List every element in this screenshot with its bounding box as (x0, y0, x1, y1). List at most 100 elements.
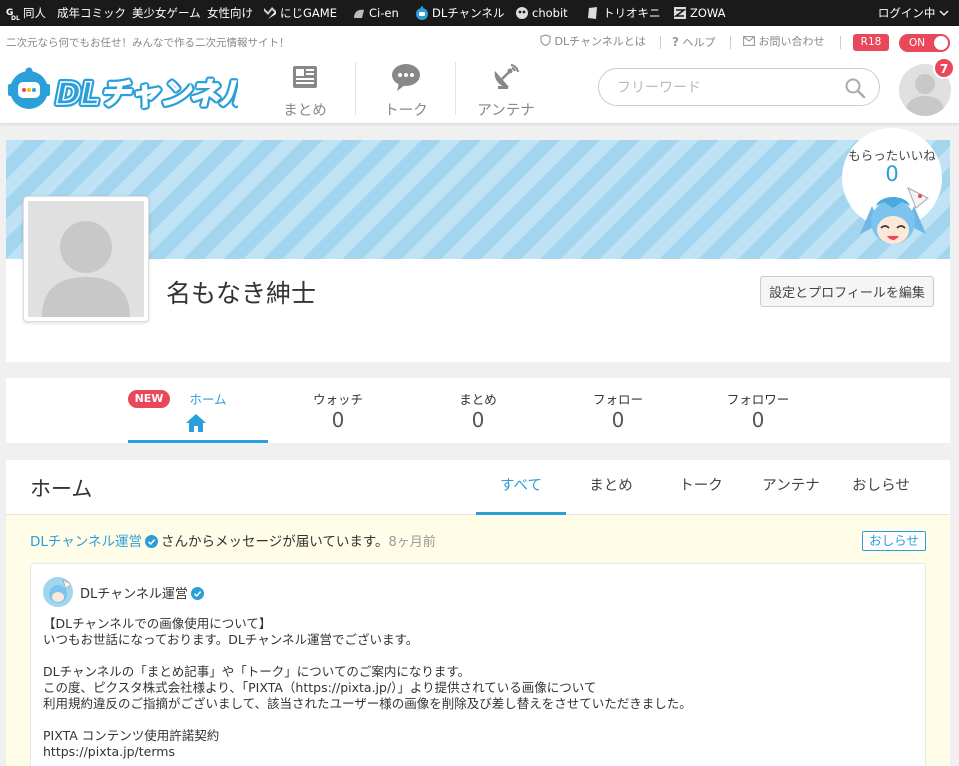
topbar-item-chobit[interactable]: chobit (515, 0, 568, 26)
dlsite-logo-icon: GDL (6, 8, 20, 20)
site-header: 二次元なら何でもお任せ！みんなで作る二次元情報サイト！ DLチャンネルとは ? … (0, 26, 959, 123)
verified-badge-icon (190, 587, 204, 600)
topbar-item-doujin[interactable]: G DL 同人 (6, 0, 46, 26)
stat-label: まとめ (459, 392, 497, 407)
message-link[interactable]: https://pixta.jp/terms (43, 744, 913, 760)
home-icon (186, 414, 206, 432)
stat-label: ウォッチ (312, 392, 363, 407)
search-input[interactable] (617, 78, 837, 98)
nijigame-icon (264, 7, 276, 19)
notice-sender-link[interactable]: DLチャンネル運営 (30, 534, 142, 550)
site-tagline: 二次元なら何でもお任せ！みんなで作る二次元情報サイト！ (6, 37, 290, 49)
nav-talk[interactable]: トーク (356, 61, 456, 119)
satellite-dish-icon (494, 64, 519, 89)
search-box (598, 68, 880, 106)
zowa-icon (673, 7, 687, 19)
likes-counter: もらったいいね 0 (842, 128, 942, 266)
stat-value: 0 (751, 408, 765, 432)
profile-name: 名もなき紳士 (166, 279, 317, 308)
question-icon: ? (672, 35, 679, 49)
message-line: 【DLチャンネルでの画像使用について】 (43, 616, 272, 631)
profile-avatar[interactable] (23, 196, 149, 322)
chevron-down-icon (939, 10, 949, 16)
stat-tab-watch[interactable]: ウォッチ 0 (268, 378, 408, 443)
message-body: 【DLチャンネルでの画像使用について】 いつもお世話になっております。DLチャン… (43, 616, 913, 760)
message-line: DLチャンネルの「まとめ記事」や「トーク」についてのご案内になります。 (43, 664, 471, 679)
message-line: この度、ピクスタ株式会社様より、「PIXTA（https://pixta.jp/… (43, 680, 597, 695)
help-link[interactable]: ? ヘルプ (672, 33, 715, 51)
top-service-bar: G DL 同人 成年コミック 美少女ゲーム 女性向け にじGAME Ci-en DL… (0, 0, 959, 26)
shield-icon (540, 34, 551, 47)
stat-value: 0 (331, 408, 345, 432)
mascot-character-icon (860, 186, 929, 244)
active-tab-underline (128, 440, 268, 443)
feed-title: ホーム (30, 477, 93, 501)
speech-bubble-icon (392, 64, 420, 91)
topbar-item-bishoujo[interactable]: 美少女ゲーム (132, 0, 201, 26)
mascot-avatar-icon (43, 577, 73, 607)
newspaper-icon (293, 66, 317, 88)
stat-label: フォロワー (726, 392, 790, 407)
stat-label: ホーム (189, 392, 227, 407)
message-author: DLチャンネル運営 (80, 583, 207, 602)
feed-tab-matome[interactable]: まとめ (566, 460, 656, 515)
nav-matome[interactable]: まとめ (255, 61, 355, 119)
search-icon[interactable] (844, 77, 866, 99)
topbar-item-cien[interactable]: Ci-en (352, 0, 399, 26)
message-card[interactable]: DLチャンネル運営 【DLチャンネルでの画像使用について】 いつもお世話になって… (30, 563, 926, 766)
likes-count: 0 (885, 162, 899, 186)
about-link[interactable]: DLチャンネルとは (540, 33, 646, 51)
verified-badge-icon (145, 535, 159, 548)
login-status-menu[interactable]: ログイン中 (878, 0, 949, 26)
mail-icon (743, 36, 755, 46)
subnav-divider (730, 36, 731, 49)
stat-label: フォロー (592, 392, 643, 407)
svg-text:DLチャンネル: DLチャンネル (56, 77, 238, 112)
message-line: 利用規約違反のご指摘がございまして、該当されたユーザー様の画像を削除及び差し替え… (43, 696, 692, 711)
profile-card: もらったいいね 0 名もなき紳士 設定とプロフィールを編集 (6, 128, 950, 362)
default-user-icon (42, 221, 130, 317)
subnav-divider (840, 36, 841, 49)
message-line: いつもお世話になっております。DLチャンネル運営でございます。 (43, 632, 419, 647)
stat-value: 0 (471, 408, 485, 432)
topbar-item-zowa[interactable]: ZOWA (673, 0, 726, 26)
notification-badge: 7 (933, 57, 955, 79)
edit-profile-button[interactable]: 設定とプロフィールを編集 (760, 276, 934, 307)
stat-tab-home[interactable]: NEW ホーム (128, 378, 268, 443)
subnav-divider (660, 36, 661, 49)
stat-value: 0 (611, 408, 625, 432)
stat-tab-follower[interactable]: フォロワー 0 (688, 378, 828, 443)
notice-item: DLチャンネル運営 さんからメッセージが届いています。8ヶ月前 おしらせ DLチャ… (6, 515, 950, 766)
cien-icon (354, 9, 364, 18)
chobit-icon (516, 7, 528, 19)
feed-tab-antenna[interactable]: アンテナ (746, 460, 836, 515)
feed-tab-talk[interactable]: トーク (656, 460, 746, 515)
topbar-item-comic[interactable]: 成年コミック (57, 0, 126, 26)
home-feed: ホーム すべて まとめ トーク アンテナ おしらせ DLチャンネル運営 さんからメ… (6, 460, 950, 766)
author-avatar[interactable] (43, 577, 73, 607)
topbar-item-dlchannel[interactable]: DLチャンネル (415, 0, 504, 26)
contact-link[interactable]: お問い合わせ (743, 33, 825, 51)
stat-tab-matome[interactable]: まとめ 0 (408, 378, 548, 443)
topbar-item-female[interactable]: 女性向け (207, 0, 253, 26)
stat-tab-follow[interactable]: フォロー 0 (548, 378, 688, 443)
notice-summary: DLチャンネル運営 さんからメッセージが届いています。8ヶ月前 (30, 530, 436, 550)
feed-tab-notice[interactable]: おしらせ (836, 460, 926, 515)
profile-stats-bar: NEW ホーム ウォッチ 0 まとめ 0 フォロー 0 フォロワー 0 (6, 378, 950, 443)
r18-toggle[interactable]: ON (899, 34, 950, 52)
nav-antenna[interactable]: アンテナ (456, 61, 556, 119)
feed-tab-all[interactable]: すべて (476, 460, 566, 515)
svg-text:DL: DL (11, 15, 20, 20)
feed-header: ホーム すべて まとめ トーク アンテナ おしらせ (6, 460, 950, 515)
dlchannel-robot-icon (416, 6, 428, 20)
message-line: PIXTA コンテンツ使用許諾契約 (43, 728, 220, 743)
topbar-item-nijigame[interactable]: にじGAME (263, 0, 337, 26)
toggle-knob (934, 36, 948, 50)
topbar-item-triokini[interactable]: トリオキニ (586, 0, 661, 26)
dlchannel-logo[interactable]: DLチャンネル DLチャンネル (6, 66, 238, 112)
notice-time: 8ヶ月前 (388, 535, 436, 550)
r18-label: R18 (853, 34, 889, 51)
notice-text: さんからメッセージが届いています。 (161, 534, 389, 550)
notice-category-tag[interactable]: おしらせ (862, 531, 926, 551)
